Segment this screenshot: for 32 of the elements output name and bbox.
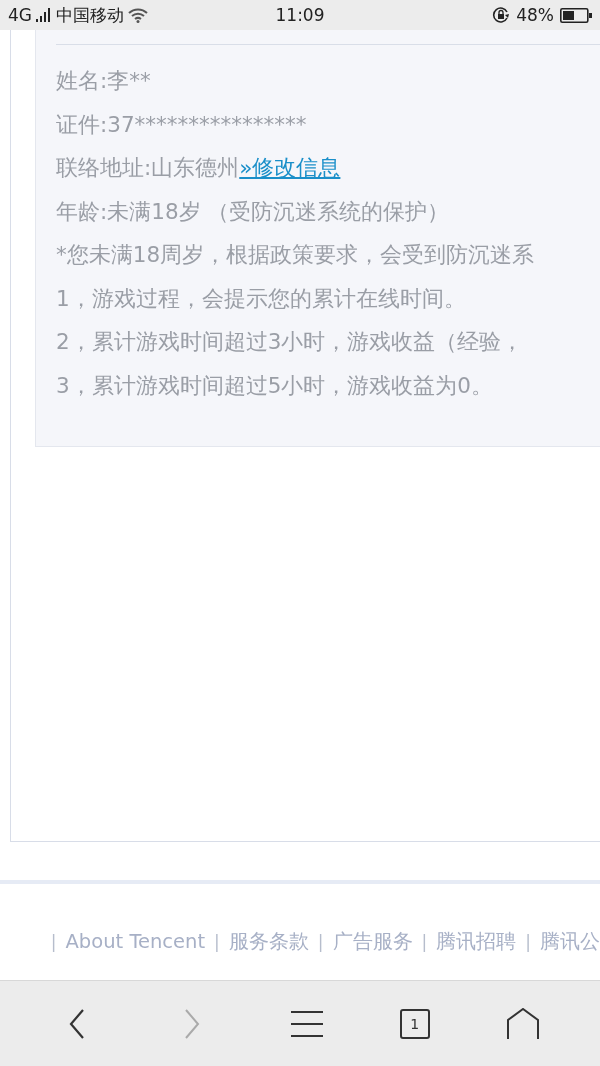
tabs-button[interactable]: 1 — [399, 1008, 430, 1039]
info-text: 2，累计游戏时间超过3小时，游戏收益（经验， — [56, 328, 524, 357]
wifi-icon — [128, 7, 150, 23]
home-icon — [506, 1007, 539, 1040]
rotation-lock-icon — [492, 6, 511, 24]
battery-icon — [560, 7, 592, 23]
footer-link[interactable]: 服务条款 — [228, 928, 309, 955]
footer-link[interactable]: About Tencent — [65, 930, 206, 953]
info-text: 姓名:李** — [56, 67, 151, 96]
separator: | — [214, 931, 220, 952]
info-text: 1，游戏过程，会提示您的累计在线时间。 — [56, 284, 466, 313]
info-text: *您未满18周岁，根据政策要求，会受到防沉迷系 — [56, 241, 535, 270]
signal-icon — [36, 8, 52, 22]
footer-link[interactable]: 腾讯公 — [540, 928, 600, 955]
separator: | — [525, 931, 531, 952]
back-icon — [69, 1008, 86, 1039]
separator: | — [317, 931, 324, 952]
info-text: 3，累计游戏时间超过5小时，游戏收益为0。 — [56, 371, 494, 400]
footer-link[interactable]: 腾讯招聘 — [436, 928, 517, 955]
network-label: 4G — [8, 5, 32, 25]
info-text: 年龄:未满18岁 （受防沉迷系统的保护） — [56, 197, 450, 226]
separator: | — [50, 931, 57, 952]
edit-link[interactable]: »修改信息 — [239, 153, 341, 183]
separator: | — [421, 931, 428, 952]
info-text: 证件:37**************** — [56, 110, 307, 139]
carrier-name: 中国移动 — [56, 3, 124, 27]
footer-link[interactable]: 广告服务 — [332, 928, 413, 955]
menu-icon — [291, 1009, 323, 1038]
clock-time: 11:09 — [275, 5, 325, 25]
battery-percent: 48% — [516, 5, 554, 25]
info-text: 联络地址:山东德州 — [56, 154, 240, 183]
forward-icon — [184, 1008, 201, 1039]
